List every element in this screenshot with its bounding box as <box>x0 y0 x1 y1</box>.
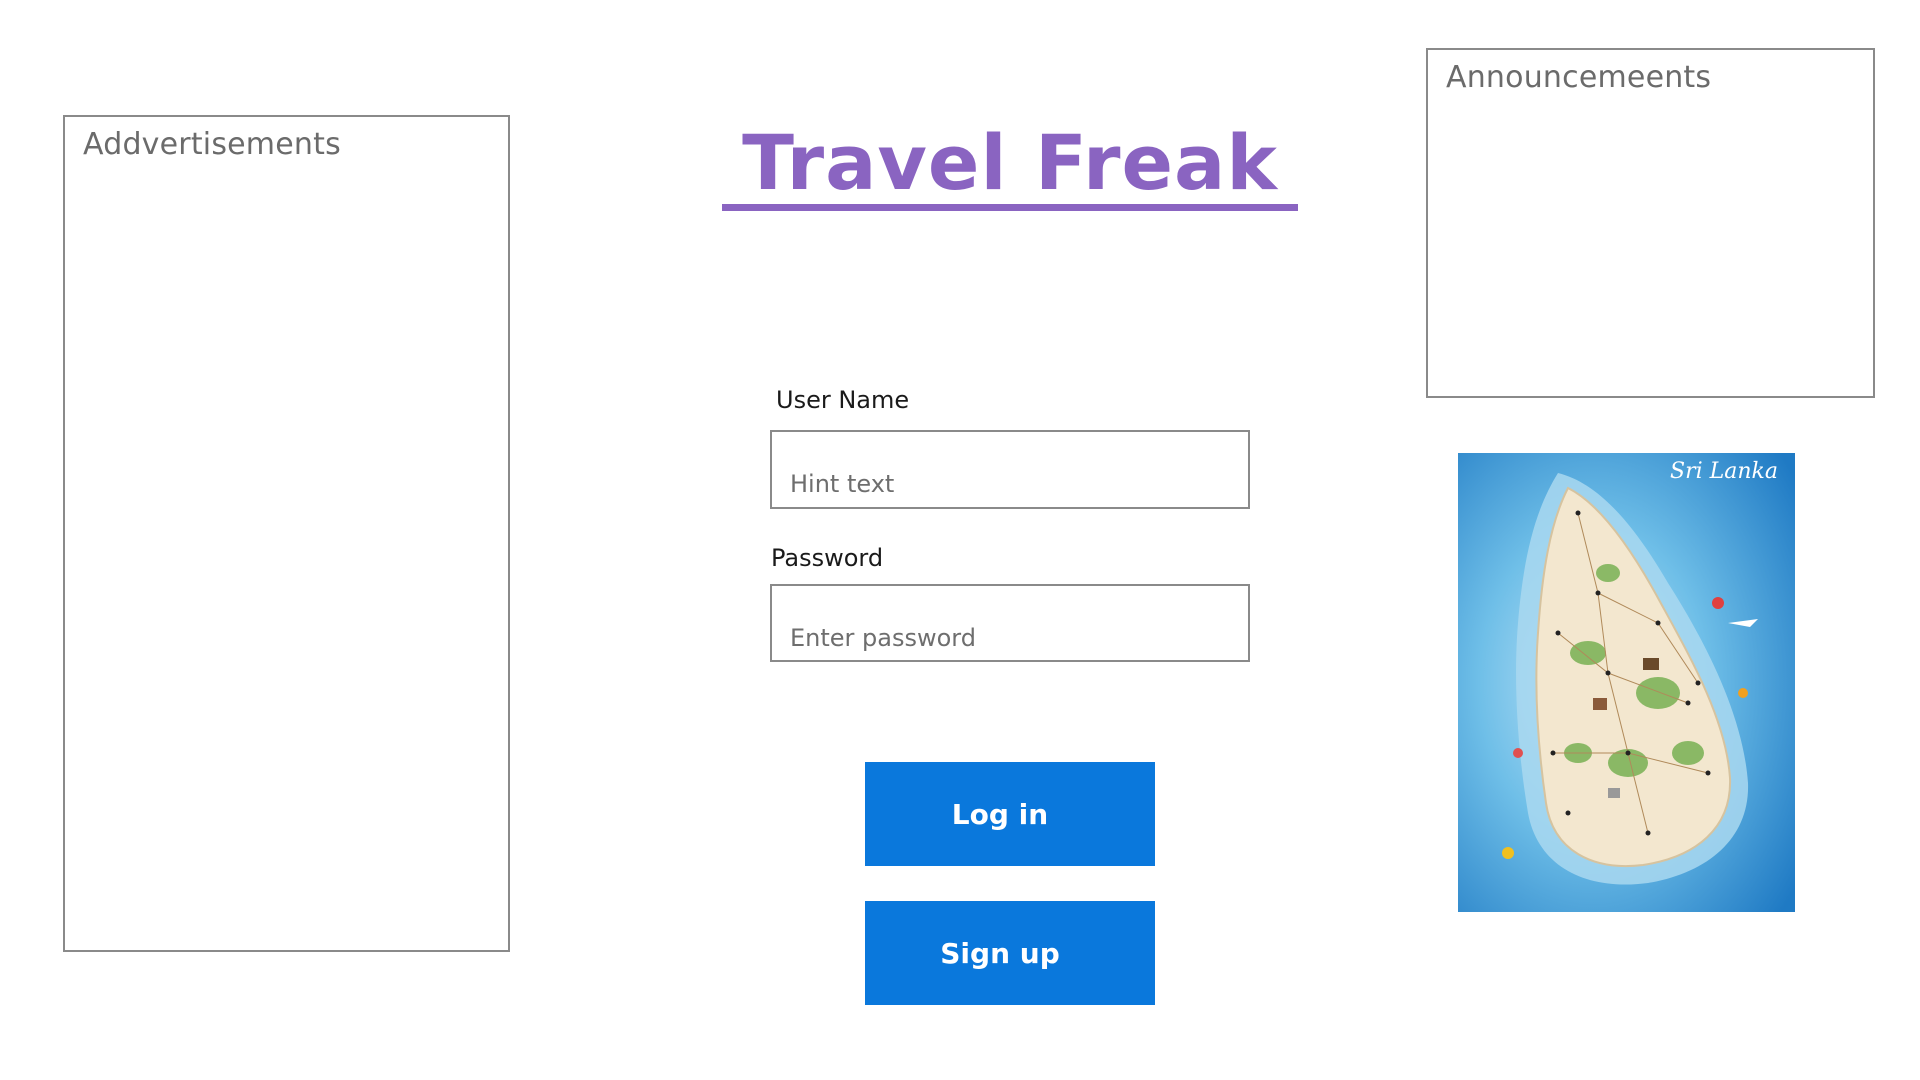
sri-lanka-map-image: Sri Lanka <box>1458 453 1795 912</box>
announcements-panel: Announcemeents <box>1426 48 1875 398</box>
advertisements-title: Addvertisements <box>83 127 341 162</box>
map-illustration: Sri Lanka <box>1458 453 1795 912</box>
username-input[interactable] <box>770 430 1250 509</box>
password-label: Password <box>771 544 884 572</box>
page-title: Travel Freak <box>742 118 1278 207</box>
map-caption: Sri Lanka <box>1670 459 1778 484</box>
login-button[interactable]: Log in <box>865 762 1155 866</box>
signup-button[interactable]: Sign up <box>865 901 1155 1005</box>
title-underline <box>722 204 1298 211</box>
username-label: User Name <box>776 386 910 414</box>
password-input[interactable] <box>770 584 1250 662</box>
announcements-title: Announcemeents <box>1446 60 1712 95</box>
advertisements-panel: Addvertisements <box>63 115 510 952</box>
